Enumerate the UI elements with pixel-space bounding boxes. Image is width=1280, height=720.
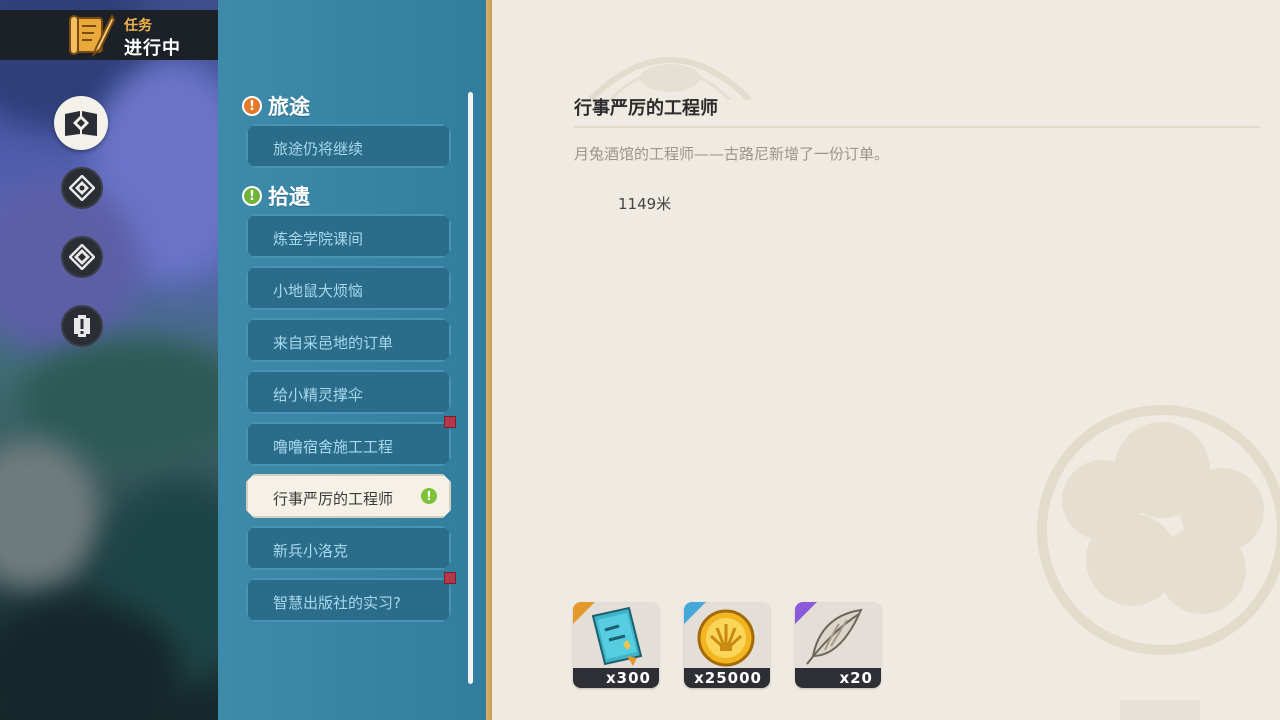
nav-quest-book[interactable]	[54, 96, 108, 150]
list-scrollbar[interactable]	[468, 92, 473, 684]
quest-description: 月兔酒馆的工程师——古路尼新增了一份订单。	[574, 145, 890, 163]
scroll-quill-icon	[69, 13, 116, 58]
new-marker-icon	[444, 572, 456, 584]
quest-item[interactable]: 来自采邑地的订单	[246, 318, 451, 362]
gold-coin-icon	[697, 609, 755, 667]
nav-alert[interactable]	[61, 305, 103, 347]
quest-item[interactable]: 新兵小洛克	[246, 526, 451, 570]
quest-label: 来自采邑地的订单	[273, 334, 394, 352]
quest-item[interactable]: 给小精灵撑伞	[246, 370, 451, 414]
reward-coin[interactable]: x25000	[684, 602, 770, 688]
feather-icon	[806, 608, 863, 665]
nav-compass[interactable]	[61, 167, 103, 209]
reward-book[interactable]: x300	[573, 602, 659, 688]
quest-list-panel: ! 旅途 旅途仍将继续 ! 拾遗 炼金学院课间 小地鼠大烦恼 来自采邑地的订单 …	[218, 0, 486, 720]
quest-item[interactable]: 小地鼠大烦恼	[246, 266, 451, 310]
section-title: 拾遗	[268, 185, 310, 209]
quest-label: 小地鼠大烦恼	[273, 282, 364, 300]
quest-label: 旅途仍将继续	[273, 140, 364, 158]
compass-icon	[69, 175, 95, 201]
quest-item[interactable]: 旅途仍将继续	[246, 124, 451, 168]
reward-count: x300	[573, 668, 659, 688]
quest-book-icon	[65, 111, 97, 136]
journey-alert-icon: !	[242, 96, 262, 116]
quest-detail-panel: 行事严厉的工程师 月兔酒馆的工程师——古路尼新增了一份订单。 1149米 x30…	[492, 0, 1280, 720]
quest-item-selected[interactable]: 行事严厉的工程师 !	[246, 474, 451, 518]
skill-book-icon	[591, 606, 643, 666]
section-journey: ! 旅途	[242, 93, 310, 119]
reward-count: x20	[795, 668, 881, 688]
diamond-icon	[69, 244, 95, 270]
quest-label: 智慧出版社的实习?	[273, 594, 401, 612]
section-title: 旅途	[268, 95, 310, 119]
quest-label: 行事严厉的工程师	[273, 490, 394, 508]
quest-title: 行事严厉的工程师	[574, 98, 718, 119]
header-title: 进行中	[124, 38, 181, 59]
section-gleanings: ! 拾遗	[242, 183, 310, 209]
quest-label: 新兵小洛克	[273, 542, 349, 560]
corner-placeholder	[1120, 700, 1200, 720]
quest-item[interactable]: 噜噜宿舍施工工程	[246, 422, 451, 466]
title-divider	[574, 126, 1260, 128]
nav-diamond[interactable]	[61, 236, 103, 278]
quest-label: 炼金学院课间	[273, 230, 364, 248]
quest-item[interactable]: 炼金学院课间	[246, 214, 451, 258]
tracking-alert-icon: !	[421, 488, 437, 504]
quest-label: 噜噜宿舍施工工程	[273, 438, 394, 456]
background-scenery	[0, 0, 218, 720]
quest-header: 任务 进行中	[0, 10, 255, 60]
emblem-watermark-icon	[587, 57, 753, 100]
quest-label: 给小精灵撑伞	[273, 386, 364, 404]
alert-icon	[74, 315, 90, 337]
gleanings-alert-icon: !	[242, 186, 262, 206]
quest-distance: 1149米	[618, 195, 672, 213]
cloud-watermark-icon	[1037, 405, 1280, 655]
reward-count: x25000	[684, 668, 770, 688]
new-marker-icon	[444, 416, 456, 428]
header-subtitle: 任务	[124, 18, 152, 34]
reward-feather[interactable]: x20	[795, 602, 881, 688]
quest-item[interactable]: 智慧出版社的实习?	[246, 578, 451, 622]
